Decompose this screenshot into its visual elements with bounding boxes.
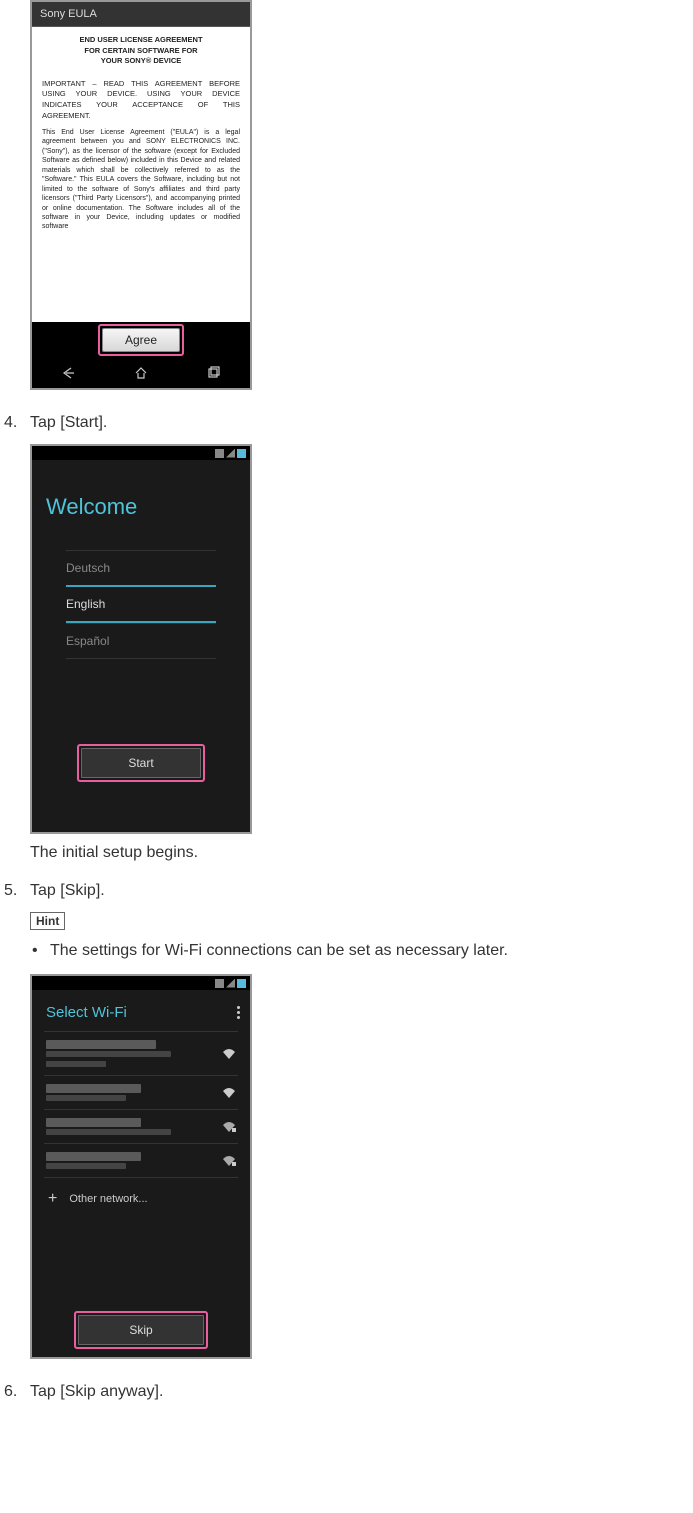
wifi-signal-lock-icon	[222, 1121, 236, 1133]
wifi-network-item[interactable]	[44, 1110, 238, 1144]
wifi-heading: Select Wi-Fi	[46, 1004, 127, 1021]
overflow-menu-icon[interactable]	[237, 1006, 240, 1019]
welcome-heading: Welcome	[32, 460, 250, 550]
status-bar	[32, 976, 250, 990]
wifi-signal-lock-icon	[222, 1155, 236, 1167]
home-icon[interactable]	[133, 365, 149, 381]
eula-body-text: This End User License Agreement ("EULA")…	[42, 128, 240, 232]
language-list: Deutsch English Español	[32, 550, 250, 659]
agree-button-highlight: Agree	[98, 324, 184, 356]
step-instruction: Tap [Skip].	[30, 882, 693, 900]
hint-label: Hint	[30, 912, 65, 930]
wifi-network-item[interactable]	[44, 1076, 238, 1110]
step-number: 4.	[0, 414, 30, 862]
step-number: 6.	[0, 1383, 30, 1413]
skip-button[interactable]: Skip	[78, 1315, 203, 1345]
lang-option-deutsch[interactable]: Deutsch	[66, 550, 216, 585]
android-navbar	[32, 358, 250, 388]
other-network-label: Other network...	[69, 1193, 147, 1205]
wifi-signal-icon	[222, 1087, 236, 1099]
wifi-screenshot: Select Wi-Fi	[30, 974, 252, 1359]
signal-icon	[226, 449, 235, 458]
eula-important-text: IMPORTANT – READ THIS AGREEMENT BEFORE U…	[42, 79, 240, 123]
step-number: 5.	[0, 882, 30, 1363]
wifi-network-list: + Other network...	[32, 1031, 250, 1220]
wifi-network-item[interactable]	[44, 1144, 238, 1178]
start-button-highlight: Start	[77, 744, 204, 782]
back-icon[interactable]	[60, 365, 76, 381]
step-3-continuation: Sony EULA END USER LICENSE AGREEMENT FOR…	[0, 0, 693, 394]
eula-screenshot: Sony EULA END USER LICENSE AGREEMENT FOR…	[30, 0, 252, 390]
start-button[interactable]: Start	[81, 748, 200, 778]
status-bar	[32, 446, 250, 460]
signal-icon	[226, 979, 235, 988]
nfc-icon	[215, 449, 224, 458]
step-instruction: Tap [Start].	[30, 414, 693, 432]
lang-option-espanol[interactable]: Español	[66, 623, 216, 659]
recent-apps-icon[interactable]	[206, 365, 222, 381]
eula-title: END USER LICENSE AGREEMENT FOR CERTAIN S…	[42, 35, 240, 67]
welcome-screenshot: Welcome Deutsch English Español Start	[30, 444, 252, 834]
plus-icon: +	[48, 1190, 57, 1208]
step-6: 6. Tap [Skip anyway].	[0, 1383, 693, 1413]
hint-bullet: • The settings for Wi-Fi connections can…	[30, 942, 693, 960]
battery-icon	[237, 979, 246, 988]
eula-window-title: Sony EULA	[32, 2, 250, 27]
step-instruction: Tap [Skip anyway].	[30, 1383, 693, 1401]
step-caption: The initial setup begins.	[30, 844, 693, 862]
lang-option-english[interactable]: English	[66, 585, 216, 623]
step-4: 4. Tap [Start]. Welcome Deutsch English …	[0, 414, 693, 862]
other-network-item[interactable]: + Other network...	[44, 1178, 238, 1220]
hint-text: The settings for Wi-Fi connections can b…	[50, 942, 508, 960]
wifi-network-item[interactable]	[44, 1031, 238, 1076]
agree-button[interactable]: Agree	[102, 328, 180, 352]
battery-icon	[237, 449, 246, 458]
skip-button-highlight: Skip	[74, 1311, 207, 1349]
step-5: 5. Tap [Skip]. Hint • The settings for W…	[0, 882, 693, 1363]
wifi-signal-icon	[222, 1048, 236, 1060]
nfc-icon	[215, 979, 224, 988]
